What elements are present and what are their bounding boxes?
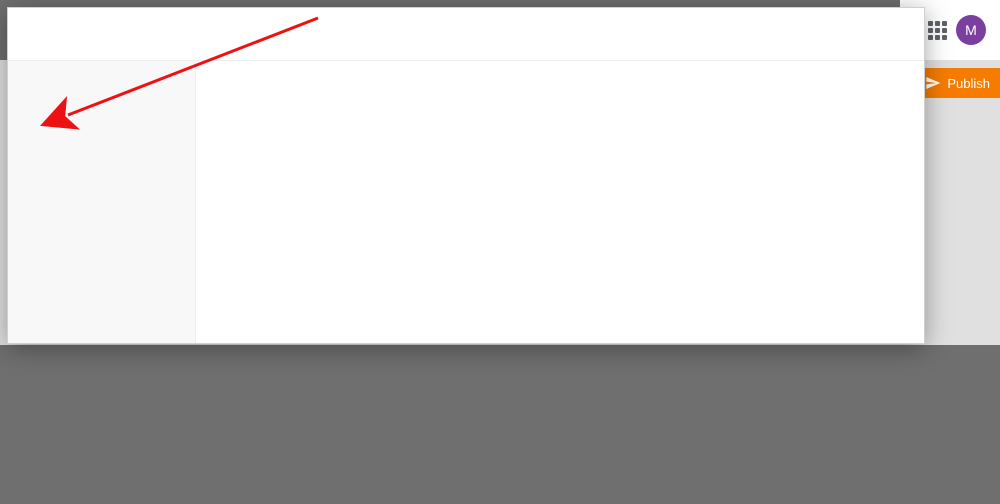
apps-grid-icon[interactable]: [928, 21, 946, 39]
editor-canvas[interactable]: [196, 60, 924, 343]
send-icon: [925, 75, 941, 91]
editor-body: [8, 8, 924, 343]
editor-modal: Title A TT Normal: [7, 7, 925, 344]
background-dark: [0, 345, 1000, 504]
editor-left-gutter: [8, 60, 196, 343]
publish-button[interactable]: Publish: [917, 68, 1000, 98]
avatar-initial: M: [965, 22, 977, 38]
publish-label: Publish: [947, 76, 990, 91]
avatar[interactable]: M: [956, 15, 986, 45]
